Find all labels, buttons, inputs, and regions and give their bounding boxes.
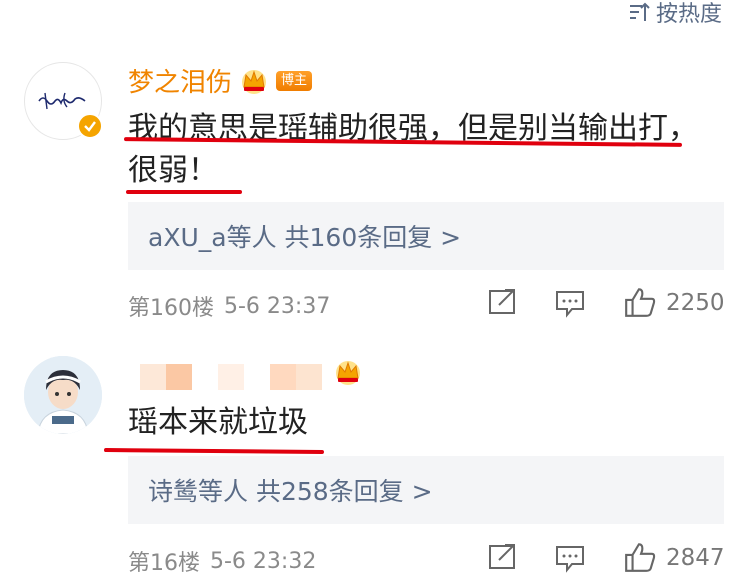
like-icon[interactable] bbox=[623, 285, 657, 319]
share-icon[interactable] bbox=[487, 542, 519, 572]
reply-summary-button[interactable]: 诗鸶等人 共258条回复 > bbox=[128, 456, 724, 524]
timestamp: 5-6 23:37 bbox=[224, 293, 331, 319]
comment-text-line: 很弱！ bbox=[128, 153, 218, 188]
like-icon[interactable] bbox=[623, 540, 657, 574]
red-underline bbox=[126, 190, 242, 194]
red-underline bbox=[103, 448, 325, 454]
blurred-username[interactable] bbox=[140, 364, 322, 390]
comment-text-line: 瑶本来就垃圾 bbox=[128, 405, 308, 440]
like-count: 2847 bbox=[666, 545, 725, 571]
floor-number: 第160楼 bbox=[128, 296, 214, 321]
share-icon[interactable] bbox=[487, 287, 519, 317]
name-row: 梦之泪伤 博主 bbox=[128, 62, 313, 99]
crown-icon bbox=[336, 361, 360, 385]
sort-by-heat-button[interactable]: 按热度 bbox=[628, 0, 722, 27]
sort-label: 按热度 bbox=[655, 2, 722, 27]
crown-icon bbox=[242, 69, 267, 94]
comment-icon[interactable] bbox=[554, 288, 586, 318]
verified-badge-icon bbox=[77, 113, 103, 139]
cartoon-boy-avatar-icon bbox=[24, 356, 102, 434]
sort-icon bbox=[629, 2, 650, 21]
reply-summary-button[interactable]: aXU_a等人 共160条回复 > bbox=[128, 202, 724, 270]
avatar[interactable] bbox=[24, 356, 102, 434]
timestamp: 5-6 23:32 bbox=[210, 548, 317, 574]
comment-meta: 第16楼 5-6 23:32 bbox=[128, 545, 316, 577]
comment-meta: 第160楼 5-6 23:37 bbox=[128, 290, 330, 322]
floor-number: 第16楼 bbox=[128, 551, 200, 576]
like-count: 2250 bbox=[666, 290, 725, 316]
comment-icon[interactable] bbox=[554, 543, 586, 573]
username[interactable]: 梦之泪伤 bbox=[128, 62, 232, 99]
blogger-badge: 博主 bbox=[276, 70, 313, 91]
